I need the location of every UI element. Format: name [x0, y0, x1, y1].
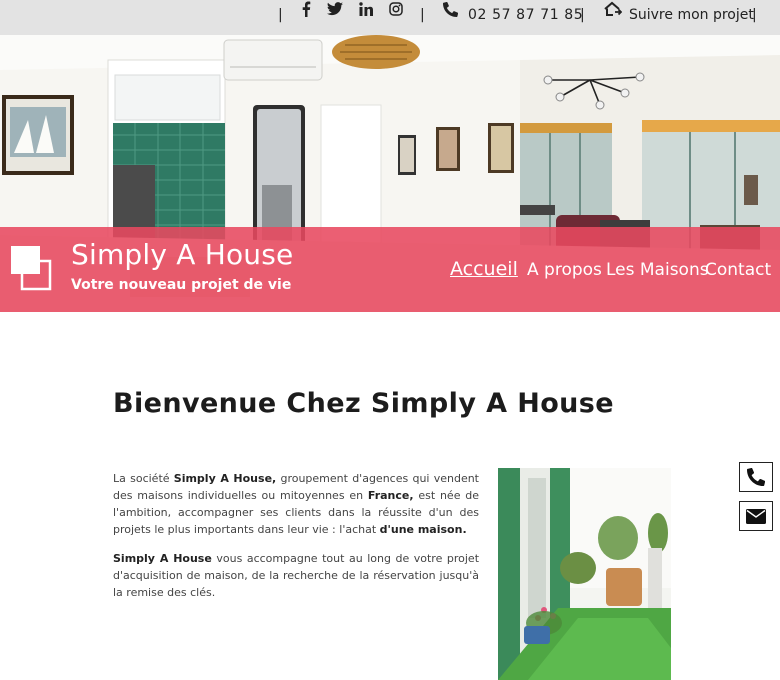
second-paragraph: Simply A House vous accompagne tout au l…: [113, 550, 479, 601]
email-button[interactable]: [739, 501, 773, 531]
linkedin-icon[interactable]: [357, 0, 375, 18]
envelope-icon: [746, 508, 766, 524]
brand-tagline: Votre nouveau projet de vie: [71, 277, 292, 293]
phone-icon: [747, 468, 765, 486]
balcony-photo: [498, 468, 671, 680]
page-title: Bienvenue Chez Simply A House: [113, 388, 614, 419]
intro-paragraph: La société Simply A House, groupement d'…: [113, 470, 479, 538]
call-button[interactable]: [739, 462, 773, 492]
separator: |: [580, 7, 585, 23]
logo-icon[interactable]: [10, 244, 52, 292]
nav-item-les-maisons[interactable]: Les Maisons: [606, 260, 709, 280]
bold-text: d'une maison.: [379, 523, 467, 536]
bold-text: Simply A House: [113, 552, 212, 565]
house-arrow-icon: [603, 0, 623, 18]
nav-item-a-propos[interactable]: A propos: [527, 260, 602, 280]
bold-text: France,: [367, 489, 414, 502]
text: La société: [113, 472, 174, 485]
nav-item-contact[interactable]: Contact: [705, 260, 771, 280]
phone-number[interactable]: 02 57 87 71 85: [468, 0, 583, 30]
phone-icon: [441, 0, 459, 18]
separator: |: [420, 7, 425, 23]
separator: |: [278, 7, 283, 23]
follow-project-link[interactable]: Suivre mon projet: [629, 0, 754, 30]
nav-item-accueil[interactable]: Accueil: [450, 258, 518, 280]
instagram-icon[interactable]: [387, 0, 405, 18]
brand-name[interactable]: Simply A House: [71, 238, 293, 271]
bold-text: Simply A House,: [173, 472, 277, 485]
twitter-icon[interactable]: [326, 0, 344, 18]
separator: |: [752, 7, 757, 23]
facebook-icon[interactable]: [297, 0, 315, 18]
